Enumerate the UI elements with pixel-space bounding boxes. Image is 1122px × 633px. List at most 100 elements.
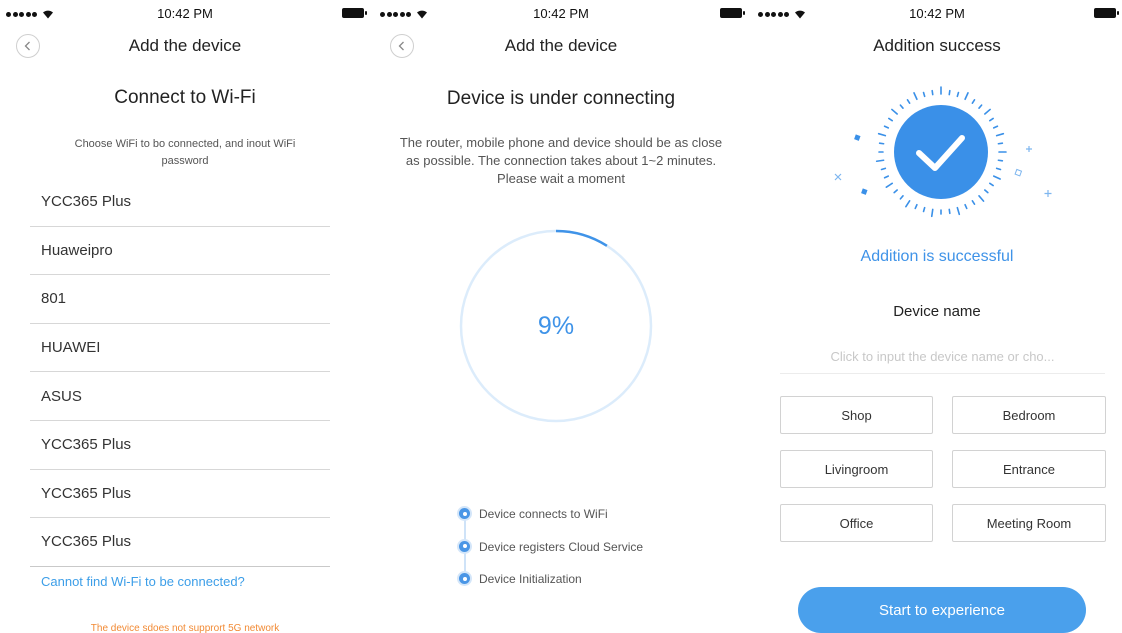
page-title: Addition success xyxy=(873,36,1001,55)
wifi-network-item[interactable]: ASUS xyxy=(30,372,330,421)
wifi-network-item[interactable]: YCC365 Plus xyxy=(30,421,330,470)
success-circle xyxy=(894,105,988,199)
device-name-input[interactable] xyxy=(780,340,1105,374)
status-time: 10:42 PM xyxy=(157,6,213,21)
screen-connect-wifi: 10:42 PM Add the device Connect to Wi-Fi… xyxy=(0,0,370,633)
section-heading: Device is under connecting xyxy=(446,88,676,109)
decorative-dash xyxy=(948,89,951,96)
decorative-dash xyxy=(899,195,904,200)
decorative-dash xyxy=(877,132,887,137)
decorative-dash xyxy=(997,142,1004,145)
decorative-dash xyxy=(922,91,926,98)
decorative-dash xyxy=(888,117,894,122)
section-heading: Connect to Wi-Fi xyxy=(114,87,256,108)
decorative-dash xyxy=(964,203,968,210)
decorative-dash xyxy=(971,199,976,205)
step-item: Device registers Cloud Service xyxy=(459,531,643,564)
sparkle-icon xyxy=(861,188,868,195)
decorative-dash xyxy=(914,203,918,210)
connection-steps: Device connects to WiFi Device registers… xyxy=(459,498,643,596)
decorative-dash xyxy=(905,199,911,208)
decorative-dash xyxy=(875,159,885,163)
status-bar: 10:42 PM xyxy=(0,0,370,26)
status-time: 10:42 PM xyxy=(533,6,589,21)
room-options: Shop Bedroom Livingroom Entrance Office … xyxy=(780,396,1106,542)
decorative-dash xyxy=(885,182,894,188)
wifi-network-item[interactable]: YCC365 Plus xyxy=(30,178,330,227)
decorative-dash xyxy=(971,99,976,105)
decorative-dash xyxy=(948,208,951,215)
screen-device-connecting: 10:42 PM Add the device Device is under … xyxy=(374,0,748,633)
decorative-dash xyxy=(899,104,904,109)
connection-instruction-text: The router, mobile phone and device shou… xyxy=(399,135,723,186)
sparkle-icon xyxy=(854,134,861,141)
5g-warning-text: The device sdoes not supprort 5G network xyxy=(90,623,280,633)
decorative-dash xyxy=(922,206,926,213)
decorative-dash xyxy=(997,159,1004,162)
decorative-dash xyxy=(964,92,969,101)
wifi-network-item[interactable]: Huaweipro xyxy=(30,227,330,276)
step-label: Device registers Cloud Service xyxy=(479,539,644,554)
decorative-dash xyxy=(978,104,983,109)
start-experience-button[interactable]: Start to experience xyxy=(798,587,1086,633)
sparkle-icon xyxy=(1014,168,1023,177)
room-button-livingroom[interactable]: Livingroom xyxy=(780,450,933,488)
status-bar: 10:42 PM xyxy=(374,0,748,26)
page-title: Add the device xyxy=(504,36,618,55)
sparkle-icon xyxy=(834,173,842,181)
room-button-entrance[interactable]: Entrance xyxy=(952,450,1106,488)
success-illustration xyxy=(826,82,1056,232)
decorative-dash xyxy=(931,89,934,96)
page-title: Add the device xyxy=(128,36,242,55)
decorative-dash xyxy=(995,167,1002,171)
battery-icon xyxy=(720,8,745,18)
decorative-dash xyxy=(995,132,1005,137)
room-button-meeting-room[interactable]: Meeting Room xyxy=(952,504,1106,542)
decorative-dash xyxy=(956,206,961,216)
status-time: 10:42 PM xyxy=(909,6,965,21)
wifi-network-item[interactable]: YCC365 Plus xyxy=(30,518,330,567)
progress-ring: 9% xyxy=(458,228,654,424)
decorative-dash xyxy=(956,91,960,98)
step-label: Device Initialization xyxy=(479,572,582,587)
decorative-dash xyxy=(883,175,890,179)
success-message: Addition is successful xyxy=(860,248,1014,265)
decorative-dash xyxy=(988,117,994,122)
decorative-dash xyxy=(992,175,1001,180)
room-button-office[interactable]: Office xyxy=(780,504,933,542)
cannot-find-wifi-link[interactable]: Cannot find Wi-Fi to be connected? xyxy=(41,574,245,589)
wifi-network-item[interactable]: HUAWEI xyxy=(30,324,330,373)
sparkle-icon xyxy=(1044,190,1052,197)
step-item: Device Initialization xyxy=(459,563,643,596)
decorative-dash xyxy=(984,189,989,194)
decorative-dash xyxy=(893,189,898,194)
device-name-label: Device name xyxy=(893,303,981,320)
wifi-network-item[interactable]: YCC365 Plus xyxy=(30,470,330,519)
instruction-text: Choose WiFi to bo connected, and inout W… xyxy=(74,138,296,167)
decorative-dash xyxy=(891,108,898,115)
sparkle-icon xyxy=(1026,146,1032,152)
decorative-dash xyxy=(984,108,991,115)
battery-icon xyxy=(1094,8,1119,18)
step-item: Device connects to WiFi xyxy=(459,498,643,531)
step-dot-icon xyxy=(459,573,470,584)
progress-percentage: 9% xyxy=(537,311,575,340)
decorative-dash xyxy=(906,99,911,105)
step-label: Device connects to WiFi xyxy=(479,507,608,522)
step-dot-icon xyxy=(459,540,470,552)
status-bar: 10:42 PM xyxy=(752,0,1122,26)
room-button-shop[interactable]: Shop xyxy=(780,396,933,434)
decorative-dash xyxy=(878,142,885,145)
battery-icon xyxy=(342,8,367,18)
decorative-dash xyxy=(883,125,890,129)
decorative-dash xyxy=(992,125,999,129)
decorative-dash xyxy=(978,195,985,202)
step-dot-icon xyxy=(459,508,470,519)
decorative-dash xyxy=(880,167,887,171)
decorative-dash xyxy=(988,182,994,187)
room-button-bedroom[interactable]: Bedroom xyxy=(952,396,1106,434)
screen-addition-success: 10:42 PM Addition success Addition is su… xyxy=(752,0,1122,633)
decorative-dash xyxy=(913,92,918,101)
decorative-dash xyxy=(930,208,934,218)
wifi-network-item[interactable]: 801 xyxy=(30,275,330,324)
